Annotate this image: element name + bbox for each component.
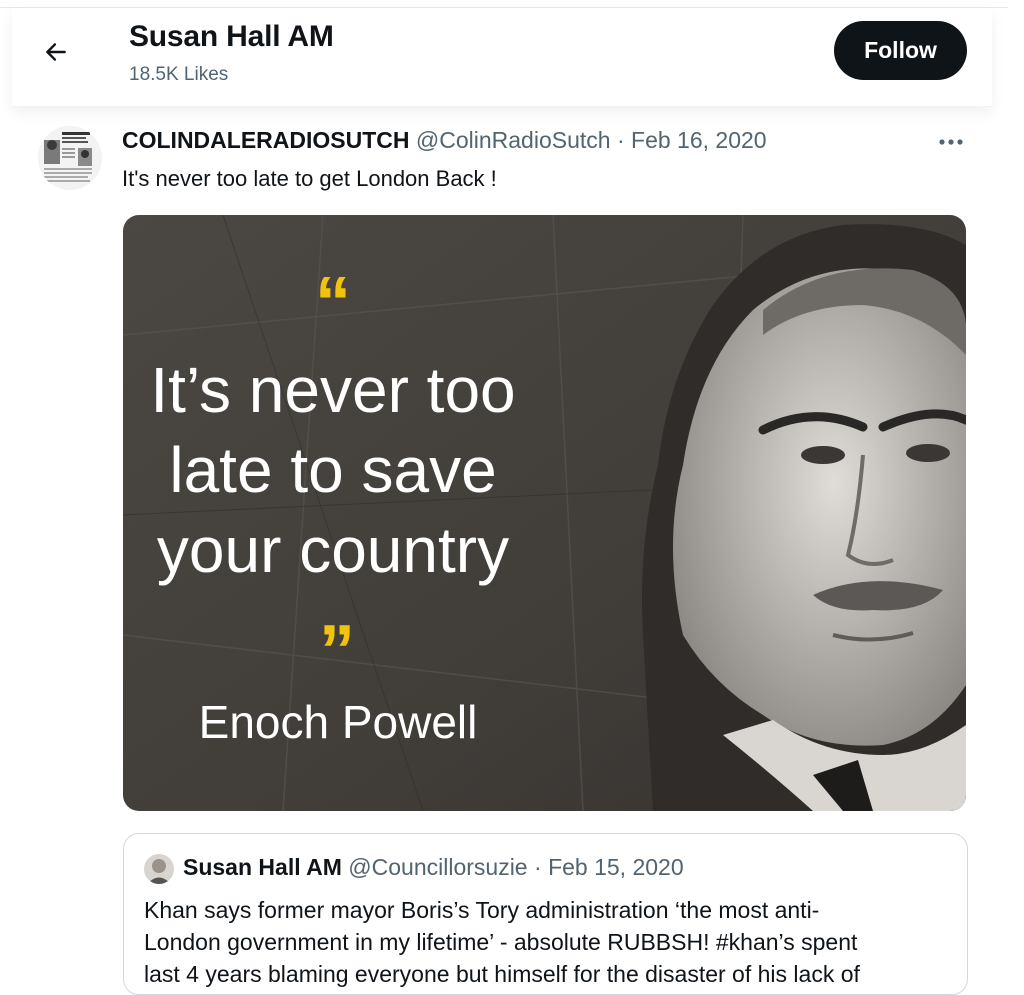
author-name[interactable]: COLINDALERADIOSUTCH: [122, 127, 410, 153]
attribution-text: Enoch Powell: [199, 696, 478, 748]
quote-line-3: your country: [157, 514, 509, 586]
newspaper-avatar-image: [38, 126, 102, 190]
profile-header: Susan Hall AM 18.5K Likes Follow: [12, 8, 992, 107]
quoted-tweet-header: Susan Hall AM @Councillorsuzie · Feb 15,…: [183, 854, 684, 881]
profile-name: Susan Hall AM: [129, 20, 334, 53]
author-avatar[interactable]: [38, 126, 102, 190]
more-horizontal-icon: [939, 139, 963, 145]
quoted-tweet-date: Feb 15, 2020: [548, 854, 684, 880]
author-handle[interactable]: @ColinRadioSutch: [416, 127, 611, 153]
quoted-text-line-2: London government in my lifetime’ - abso…: [144, 929, 858, 955]
tweet-header: COLINDALERADIOSUTCH @ColinRadioSutch · F…: [122, 127, 767, 154]
tweet-text: It's never too late to get London Back !: [122, 166, 497, 191]
tweet-date[interactable]: Feb 16, 2020: [631, 127, 767, 153]
quoted-author-avatar: [144, 854, 174, 884]
more-options-button[interactable]: [934, 128, 968, 156]
quote-poster-image: “ It’s never too late to save your count…: [123, 215, 966, 811]
follow-button[interactable]: Follow: [834, 21, 967, 80]
quote-line-1: It’s never too: [150, 354, 515, 426]
quoted-text-line-1: Khan says former mayor Boris’s Tory admi…: [144, 897, 820, 923]
separator-dot: ·: [616, 127, 625, 153]
likes-count: 18.5K Likes: [129, 64, 229, 85]
quoted-text-line-3: last 4 years blaming everyone but himsel…: [144, 961, 860, 987]
quoted-tweet-card[interactable]: Susan Hall AM @Councillorsuzie · Feb 15,…: [123, 833, 968, 995]
arrow-left-icon: [46, 43, 66, 61]
close-quote-mark: ”: [319, 611, 355, 691]
tweet-image[interactable]: “ It’s never too late to save your count…: [123, 215, 966, 811]
quote-line-2: late to save: [169, 434, 496, 506]
back-button[interactable]: [38, 34, 74, 70]
quoted-author-name: Susan Hall AM: [183, 854, 342, 880]
quoted-tweet-text: Khan says former mayor Boris’s Tory admi…: [144, 894, 949, 990]
quoted-separator-dot: ·: [534, 854, 542, 880]
open-quote-mark: “: [315, 263, 351, 343]
quoted-author-handle: @Councillorsuzie: [348, 854, 528, 880]
